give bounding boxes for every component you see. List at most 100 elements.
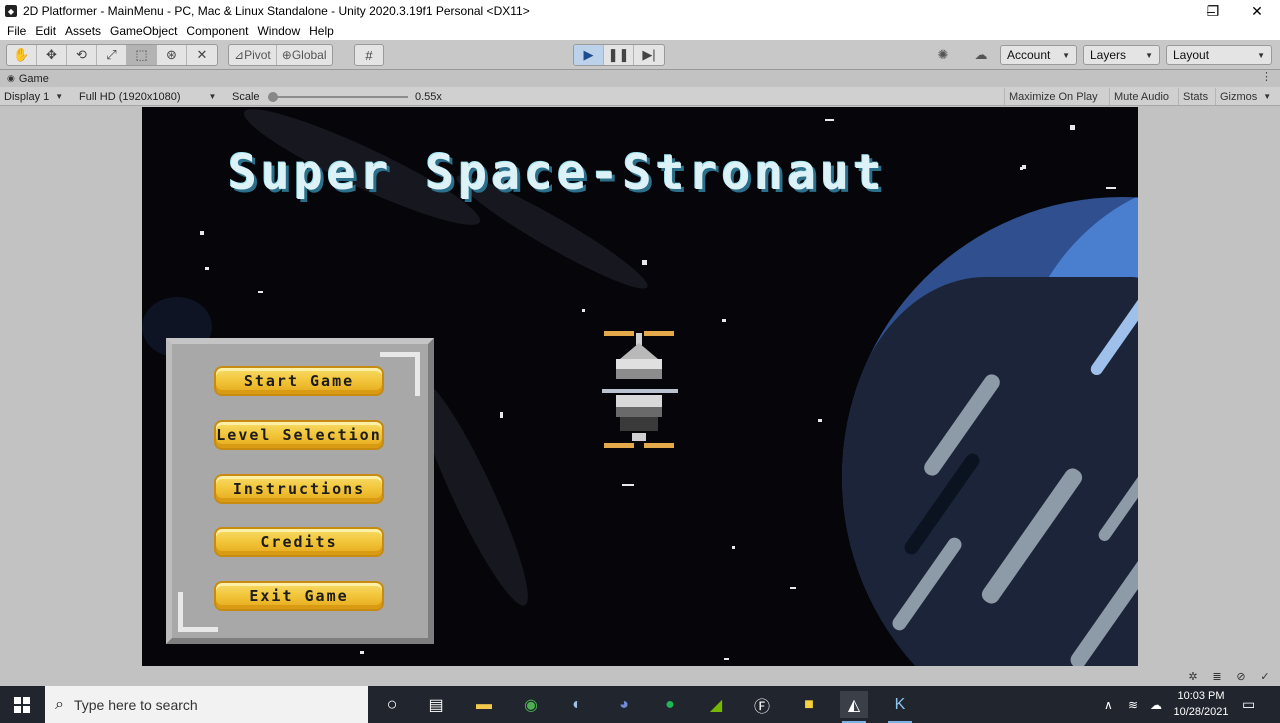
scale-icon[interactable]: ⤢ (97, 45, 127, 65)
level-selection-button[interactable]: Level Selection (214, 420, 384, 450)
star (825, 119, 834, 121)
main-menu-panel: Start Game Level Selection Instructions … (166, 338, 434, 644)
move-icon[interactable]: ✥ (37, 45, 67, 65)
globe-icon: ⊕ (281, 48, 292, 62)
menu-edit[interactable]: Edit (32, 24, 62, 38)
layout-label: Layout (1173, 48, 1210, 62)
collab-icon[interactable]: ✺ (930, 45, 956, 65)
game-canvas[interactable]: Super Space-Stronaut Start Game Level Se… (142, 107, 1138, 666)
wifi-icon[interactable]: ≋ (1128, 686, 1138, 723)
cloud-icon[interactable]: ☁ (968, 45, 994, 65)
step-button[interactable]: ▶| (634, 45, 664, 65)
scale-slider-handle[interactable] (268, 92, 278, 102)
start-button[interactable] (0, 686, 44, 723)
menu-file[interactable]: File (4, 24, 32, 38)
rotate-icon[interactable]: ⟲ (67, 45, 97, 65)
hand-icon[interactable]: ✋ (7, 45, 37, 65)
display-dropdown[interactable]: Display 1 ▼ (4, 87, 63, 106)
star (724, 658, 729, 660)
menu-window[interactable]: Window (254, 24, 306, 38)
pivot-icon: ⊿ (234, 48, 245, 62)
nvidia-icon[interactable]: ◢ (702, 691, 730, 718)
more-options-icon[interactable]: ⋮ (1261, 70, 1272, 83)
show-hidden-icons[interactable]: ∧ (1104, 686, 1113, 723)
exit-game-button[interactable]: Exit Game (214, 581, 384, 611)
taskbar-search[interactable]: ⌕ Type here to search (45, 686, 368, 723)
star (790, 587, 796, 589)
account-label: Account (1007, 48, 1051, 62)
search-placeholder: Type here to search (73, 696, 198, 713)
instructions-button[interactable]: Instructions (214, 474, 384, 504)
scale-value: 0.55x (415, 90, 442, 103)
cortana-icon[interactable]: ○ (378, 691, 406, 718)
file-explorer-icon[interactable]: ▬ (470, 691, 498, 718)
star (1022, 165, 1026, 169)
taskbar-clock[interactable]: 10:03 PM 10/28/2021 (1168, 688, 1234, 720)
menu-help[interactable]: Help (306, 24, 340, 38)
spotify-icon[interactable]: ● (656, 691, 684, 718)
game-tab-bar: ◉ Game ⋮ (0, 70, 1280, 87)
sticky-notes-icon[interactable]: ■ (795, 691, 823, 718)
custom-tool-icon[interactable]: ✕ (187, 45, 217, 65)
maximize-on-play-toggle[interactable]: Maximize On Play (1004, 88, 1102, 105)
close-button[interactable]: ✕ (1234, 0, 1280, 22)
grid-snap-icon[interactable]: # (355, 45, 383, 65)
search-icon: ⌕ (55, 695, 64, 713)
unity-status-bar: ✲ ≣ ⊘ ✓ (0, 666, 1280, 686)
scale-slider-track[interactable] (268, 96, 408, 98)
discord-icon[interactable]: ◕ (610, 691, 638, 718)
mute-audio-toggle[interactable]: Mute Audio (1109, 88, 1173, 105)
notification-icon[interactable]: ▭ (1242, 686, 1255, 723)
pivot-group: ⊿ Pivot ⊕ Global (228, 44, 333, 66)
credits-button[interactable]: Credits (214, 527, 384, 557)
unity-icon[interactable]: ◭ (840, 691, 868, 723)
onedrive-icon[interactable]: ☁ (1150, 686, 1162, 723)
global-toggle[interactable]: ⊕ Global (277, 45, 332, 65)
menu-assets[interactable]: Assets (62, 24, 107, 38)
layout-dropdown[interactable]: Layout ▼ (1166, 45, 1272, 65)
menu-component[interactable]: Component (183, 24, 254, 38)
game-title: Super Space-Stronaut (228, 145, 886, 201)
maximize-button[interactable]: ❐ (1190, 0, 1236, 22)
layers-dropdown[interactable]: Layers ▼ (1083, 45, 1160, 65)
star (622, 484, 634, 486)
chevron-down-icon: ▼ (55, 92, 64, 101)
account-dropdown[interactable]: Account ▼ (1000, 45, 1077, 65)
tab-game[interactable]: ◉ Game (0, 70, 62, 87)
scale-label: Scale (232, 90, 260, 103)
pivot-label: Pivot (244, 48, 271, 62)
transform-icon[interactable]: ⊛ (157, 45, 187, 65)
panel-corner-decoration (178, 592, 218, 632)
star (582, 309, 585, 312)
task-view-icon[interactable]: ▤ (422, 691, 450, 718)
pivot-toggle[interactable]: ⊿ Pivot (229, 45, 277, 65)
stack-icon[interactable]: ≣ (1210, 669, 1224, 683)
windows-taskbar: ⌕ Type here to search ○ ▤ ▬ ◉ ◐ ◕ ● ◢ Ⓕ … (0, 686, 1280, 723)
stats-toggle[interactable]: Stats (1178, 88, 1212, 105)
f-app-icon[interactable]: Ⓕ (748, 691, 776, 718)
main-toolbar: ✋ ✥ ⟲ ⤢ ⬚ ⊛ ✕ ⊿ Pivot ⊕ Global # ▶ ❚❚ ▶| ✺… (0, 40, 1280, 70)
star (205, 267, 209, 270)
bug-icon[interactable]: ✲ (1186, 669, 1200, 683)
resolution-dropdown[interactable]: Full HD (1920x1080) ▼ (79, 87, 216, 106)
start-game-button[interactable]: Start Game (214, 366, 384, 396)
menu-gameobject[interactable]: GameObject (107, 24, 183, 38)
no-entry-icon[interactable]: ⊘ (1234, 669, 1248, 683)
star (818, 419, 822, 422)
steam-icon[interactable]: ◐ (563, 691, 591, 718)
krita-icon[interactable]: K (886, 691, 914, 723)
pause-button[interactable]: ❚❚ (604, 45, 634, 65)
star (642, 260, 647, 265)
check-icon[interactable]: ✓ (1258, 669, 1272, 683)
global-label: Global (291, 48, 327, 62)
chrome-icon[interactable]: ◉ (517, 691, 545, 718)
gizmos-dropdown[interactable]: Gizmos ▼ (1215, 88, 1275, 105)
star (200, 231, 204, 235)
grid-snap-group: # (354, 44, 384, 66)
panel-corner-decoration (380, 352, 420, 396)
play-button[interactable]: ▶ (574, 45, 604, 65)
transform-tools: ✋ ✥ ⟲ ⤢ ⬚ ⊛ ✕ (6, 44, 218, 66)
star (500, 412, 503, 418)
rect-icon[interactable]: ⬚ (127, 45, 157, 65)
resolution-label: Full HD (1920x1080) (79, 90, 181, 103)
